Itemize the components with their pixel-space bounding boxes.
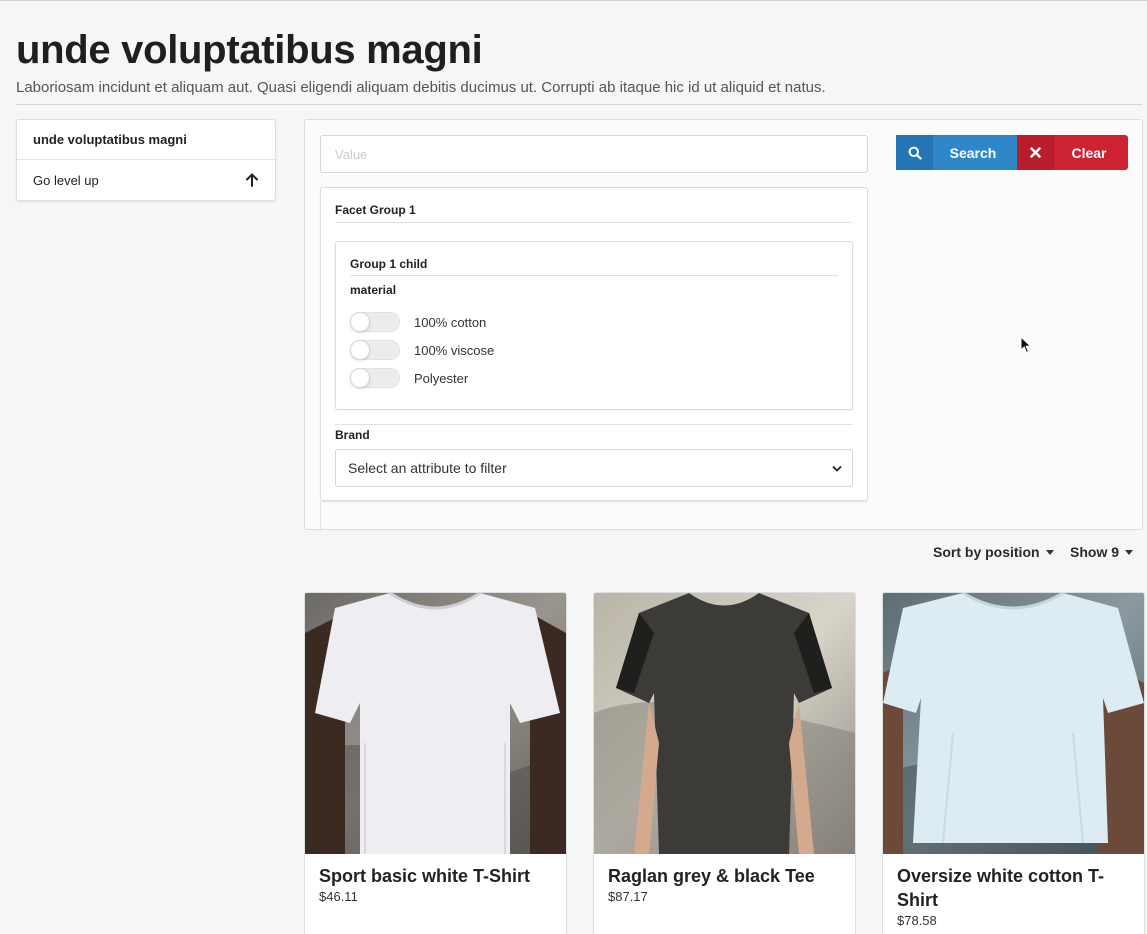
toggle-option-cotton[interactable]: 100% cotton: [350, 311, 486, 333]
show-count-label: Show 9: [1070, 544, 1120, 560]
facet-group: Facet Group 1 Group 1 child material 100…: [320, 187, 868, 501]
go-level-up-label: Go level up: [33, 172, 99, 188]
facet-child-title: Group 1 child: [350, 257, 428, 271]
product-card[interactable]: Sport basic white T-Shirt $46.11: [304, 592, 567, 934]
panel-divider-vertical: [320, 501, 321, 531]
caret-down-icon: [1045, 550, 1054, 555]
search-button[interactable]: Search: [896, 135, 1017, 170]
product-name[interactable]: Sport basic white T-Shirt: [319, 864, 552, 888]
sort-dropdown[interactable]: Sort by position: [933, 544, 1054, 560]
search-button-label: Search: [949, 144, 997, 161]
facet-child-divider: [350, 275, 838, 276]
clear-button-label: Clear: [1071, 144, 1107, 161]
toggle-option-polyester[interactable]: Polyester: [350, 367, 468, 389]
clear-button[interactable]: Clear: [1017, 135, 1128, 170]
material-label: material: [350, 283, 397, 297]
product-name[interactable]: Oversize white cotton T-Shirt: [897, 864, 1130, 912]
brand-label: Brand: [335, 428, 370, 442]
toggle-option-viscose[interactable]: 100% viscose: [350, 339, 494, 361]
facet-child-group: Group 1 child material 100% cotton 100% …: [335, 241, 853, 410]
product-price: $46.11: [319, 889, 358, 904]
mouse-pointer-icon: [1020, 336, 1032, 354]
product-image[interactable]: [305, 593, 566, 854]
search-icon: [896, 135, 933, 170]
product-image[interactable]: [594, 593, 855, 854]
go-level-up-link[interactable]: Go level up: [17, 160, 275, 200]
product-name[interactable]: Raglan grey & black Tee: [608, 864, 841, 888]
toggle-option-label: 100% viscose: [414, 342, 495, 358]
sort-dropdown-label: Sort by position: [933, 544, 1040, 560]
page-title: unde voluptatibus magni: [16, 28, 483, 72]
brand-divider: [335, 424, 853, 425]
caret-down-icon: [1125, 550, 1134, 555]
chevron-down-icon: [832, 465, 842, 472]
product-image[interactable]: [883, 593, 1144, 854]
toggle-option-label: 100% cotton: [414, 314, 487, 330]
page-subtitle: Laboriosam incidunt et aliquam aut. Quas…: [16, 79, 826, 96]
panel-divider: [320, 501, 868, 502]
toggle-option-label: Polyester: [414, 370, 469, 386]
filter-panel: Search Clear Facet Group 1 Group 1 child…: [304, 119, 1143, 531]
product-card[interactable]: Oversize white cotton T-Shirt $78.58: [882, 592, 1145, 934]
close-icon: [1017, 135, 1054, 170]
toggle-switch[interactable]: [350, 312, 400, 332]
arrow-up-icon: [246, 173, 258, 187]
product-card[interactable]: Raglan grey & black Tee $87.17: [593, 592, 856, 934]
facet-divider: [335, 222, 853, 223]
facet-group-title: Facet Group 1: [335, 203, 416, 217]
value-search-input[interactable]: [320, 135, 868, 173]
product-price: $87.17: [608, 889, 648, 904]
top-border: [0, 0, 1147, 1]
toggle-switch[interactable]: [350, 340, 400, 360]
brand-select-value: Select an attribute to filter: [348, 460, 507, 476]
toggle-switch[interactable]: [350, 368, 400, 388]
category-sidebar: unde voluptatibus magni Go level up: [16, 119, 276, 201]
header-divider: [16, 104, 1142, 105]
product-price: $78.58: [897, 913, 937, 928]
brand-select[interactable]: Select an attribute to filter: [335, 449, 853, 487]
show-count-dropdown[interactable]: Show 9: [1070, 544, 1134, 560]
current-category: unde voluptatibus magni: [17, 120, 275, 160]
